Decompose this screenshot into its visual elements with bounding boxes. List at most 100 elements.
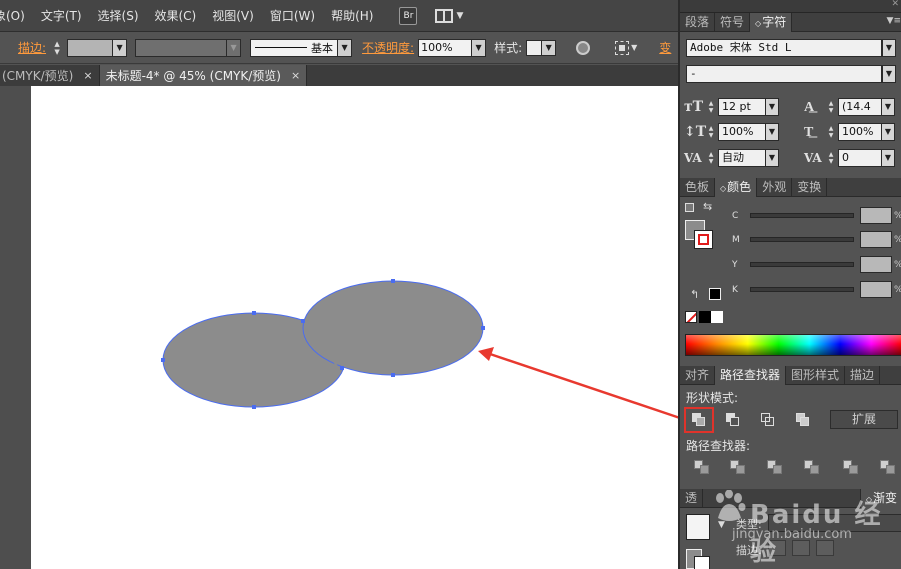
- brush-definition-field[interactable]: 基本: [250, 38, 339, 57]
- magenta-slider[interactable]: [750, 237, 854, 242]
- recolor-artwork-icon[interactable]: [576, 40, 591, 55]
- vertical-scale-field[interactable]: 100%: [718, 123, 766, 141]
- artwork-canvas[interactable]: [31, 86, 678, 569]
- gradient-type-field[interactable]: [768, 514, 901, 532]
- tab-graphic-styles[interactable]: 图形样式: [786, 366, 846, 385]
- tracking-stepper[interactable]: ▲ ▼: [826, 151, 836, 165]
- tab-gradient[interactable]: ◇渐变: [860, 489, 901, 508]
- ellipse-right[interactable]: [302, 280, 484, 376]
- close-icon[interactable]: ✕: [891, 0, 899, 9]
- font-size-stepper[interactable]: ▲ ▼: [706, 100, 716, 114]
- font-family-dropdown[interactable]: ▼: [882, 39, 896, 57]
- font-size-field[interactable]: 12 pt: [718, 98, 766, 116]
- kerning-stepper[interactable]: ▲ ▼: [706, 151, 716, 165]
- menu-object[interactable]: 象(O): [0, 0, 33, 32]
- stroke-label[interactable]: 描边:: [18, 39, 46, 56]
- artboard[interactable]: [31, 86, 678, 569]
- stroke-weight-field[interactable]: [67, 38, 114, 57]
- yellow-value-field[interactable]: [860, 256, 892, 273]
- tab-stroke[interactable]: 描边: [845, 366, 881, 385]
- magenta-value-field[interactable]: [860, 231, 892, 248]
- merge-icon[interactable]: [767, 460, 783, 474]
- cyan-value-field[interactable]: [860, 207, 892, 224]
- stroke-within-button[interactable]: [768, 540, 786, 556]
- vertical-scale-stepper[interactable]: ▲ ▼: [706, 125, 716, 139]
- anchor-point[interactable]: [252, 311, 256, 315]
- menu-window[interactable]: 窗口(W): [262, 0, 323, 32]
- graphic-style-dropdown[interactable]: ▼: [542, 39, 557, 56]
- transform-label[interactable]: 变: [659, 39, 671, 56]
- kerning-dropdown[interactable]: ▼: [766, 149, 779, 167]
- gradient-swatch[interactable]: [686, 514, 710, 540]
- stroke-across-button[interactable]: [816, 540, 834, 556]
- bridge-button[interactable]: Br: [399, 6, 418, 25]
- font-size-dropdown[interactable]: ▼: [766, 98, 779, 116]
- selected-ellipses[interactable]: [161, 279, 485, 409]
- opacity-dropdown[interactable]: ▼: [472, 38, 487, 57]
- cyan-slider[interactable]: [750, 213, 854, 218]
- trim-icon[interactable]: [730, 460, 746, 474]
- black-swatch[interactable]: [699, 311, 711, 323]
- unite-button[interactable]: [684, 407, 714, 433]
- stroke-weight-stepper[interactable]: ▲ ▼: [51, 38, 63, 58]
- anchor-point[interactable]: [391, 279, 395, 283]
- tab-glyphs[interactable]: 符号: [715, 13, 751, 32]
- horizontal-scale-dropdown[interactable]: ▼: [882, 123, 895, 141]
- tab-transform[interactable]: 变换: [792, 178, 828, 197]
- intersect-button[interactable]: [755, 409, 781, 431]
- menu-effect[interactable]: 效果(C): [147, 0, 205, 32]
- last-color-swatch[interactable]: [709, 288, 721, 300]
- none-color-swatch[interactable]: [685, 311, 697, 323]
- chevron-down-icon[interactable]: ▼: [631, 43, 637, 52]
- menu-view[interactable]: 视图(V): [204, 0, 262, 32]
- leading-stepper[interactable]: ▲ ▼: [826, 100, 836, 114]
- opacity-field[interactable]: 100%: [418, 38, 473, 57]
- tracking-dropdown[interactable]: ▼: [882, 149, 895, 167]
- crop-icon[interactable]: [804, 460, 820, 474]
- stroke-weight-dropdown[interactable]: ▼: [113, 38, 128, 57]
- exclude-button[interactable]: [790, 409, 816, 431]
- panel-header[interactable]: ✕: [680, 0, 901, 13]
- anchor-point[interactable]: [161, 358, 165, 362]
- pasteboard[interactable]: [0, 86, 678, 569]
- expand-button[interactable]: 扩展: [830, 410, 898, 429]
- kerning-field[interactable]: 自动: [718, 149, 766, 167]
- tab-swatches[interactable]: 色板: [680, 178, 716, 197]
- anchor-point[interactable]: [252, 405, 256, 409]
- tab-align[interactable]: 对齐: [680, 366, 716, 385]
- black-slider[interactable]: [750, 287, 854, 292]
- minus-back-icon[interactable]: [880, 460, 896, 474]
- horizontal-scale-field[interactable]: 100%: [838, 123, 882, 141]
- divide-icon[interactable]: [694, 460, 710, 474]
- font-family-field[interactable]: Adobe 宋体 Std L: [686, 39, 882, 57]
- leading-dropdown[interactable]: ▼: [882, 98, 895, 116]
- tab-document-1[interactable]: (CMYK/预览) ×: [0, 65, 100, 86]
- menu-select[interactable]: 选择(S): [90, 0, 147, 32]
- anchor-point[interactable]: [481, 326, 485, 330]
- align-selection-icon[interactable]: [615, 40, 630, 55]
- opacity-label[interactable]: 不透明度:: [362, 39, 414, 56]
- black-value-field[interactable]: [860, 281, 892, 298]
- menu-type[interactable]: 文字(T): [33, 0, 90, 32]
- leading-field[interactable]: (14.4: [838, 98, 882, 116]
- tab-paragraph[interactable]: 段落: [680, 13, 716, 32]
- menu-help[interactable]: 帮助(H): [323, 0, 381, 32]
- panel-menu-icon[interactable]: ▼≡: [887, 16, 901, 26]
- close-icon[interactable]: ×: [83, 69, 92, 82]
- white-swatch[interactable]: [711, 311, 723, 323]
- tab-character[interactable]: ◇字符: [750, 13, 793, 32]
- gradient-stroke-swatch[interactable]: [694, 556, 710, 569]
- font-style-dropdown[interactable]: ▼: [882, 65, 896, 83]
- brush-dropdown[interactable]: ▼: [338, 38, 353, 57]
- anchor-point[interactable]: [301, 319, 305, 323]
- tracking-field[interactable]: 0: [838, 149, 882, 167]
- graphic-style-swatch[interactable]: [526, 39, 543, 56]
- tab-document-2[interactable]: 未标题-4* @ 45% (CMYK/预览) ×: [99, 65, 308, 86]
- anchor-point[interactable]: [340, 366, 344, 370]
- workspace-switcher[interactable]: ▼: [435, 8, 463, 23]
- swap-colors-icon[interactable]: ⇆: [703, 200, 712, 213]
- horizontal-scale-stepper[interactable]: ▲ ▼: [826, 125, 836, 139]
- anchor-point[interactable]: [391, 373, 395, 377]
- outline-icon[interactable]: [843, 460, 859, 474]
- yellow-slider[interactable]: [750, 262, 854, 267]
